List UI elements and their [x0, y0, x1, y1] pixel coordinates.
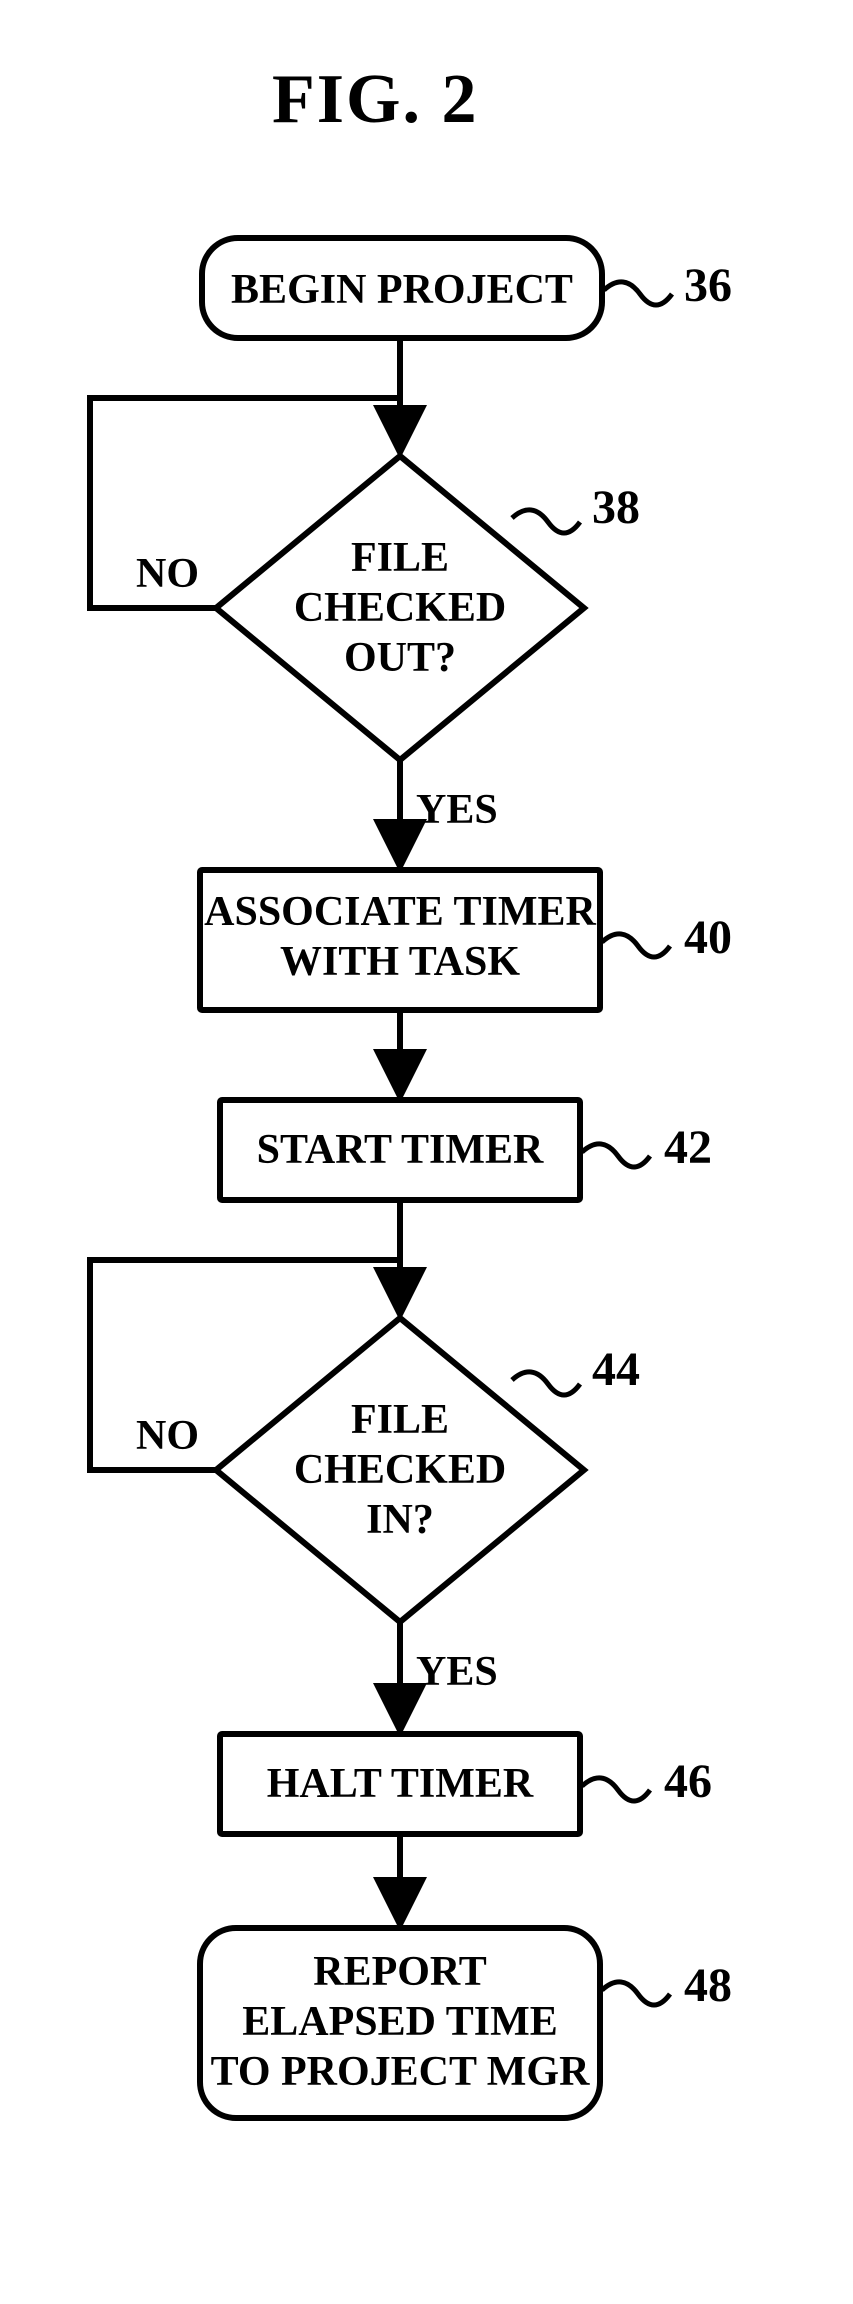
ref-42: 42 — [664, 1120, 712, 1175]
node-48-l2: ELAPSED TIME — [200, 1998, 600, 2046]
node-44-l1: FILE — [300, 1396, 500, 1444]
node-38-l2: CHECKED — [278, 584, 522, 632]
ref-44: 44 — [592, 1342, 640, 1397]
node-40-l1: ASSOCIATE TIMER — [200, 888, 600, 936]
ref-48: 48 — [684, 1958, 732, 2013]
node-begin-project: BEGIN PROJECT — [202, 266, 602, 314]
edge-yes-2: YES — [416, 1648, 498, 1696]
node-48-l3: TO PROJECT MGR — [200, 2048, 600, 2096]
ref-40: 40 — [684, 910, 732, 965]
edge-no-1: NO — [136, 550, 199, 598]
flowchart-figure: FIG. 2 — [0, 0, 853, 2304]
node-42: START TIMER — [220, 1126, 580, 1174]
node-44-l3: IN? — [300, 1496, 500, 1544]
edge-no-2: NO — [136, 1412, 199, 1460]
node-38-l1: FILE — [300, 534, 500, 582]
node-44-l2: CHECKED — [278, 1446, 522, 1494]
node-48-l1: REPORT — [200, 1948, 600, 1996]
node-46: HALT TIMER — [220, 1760, 580, 1808]
ref-38: 38 — [592, 480, 640, 535]
ref-46: 46 — [664, 1754, 712, 1809]
edge-yes-1: YES — [416, 786, 498, 834]
node-38-l3: OUT? — [300, 634, 500, 682]
ref-36: 36 — [684, 258, 732, 313]
node-40-l2: WITH TASK — [200, 938, 600, 986]
